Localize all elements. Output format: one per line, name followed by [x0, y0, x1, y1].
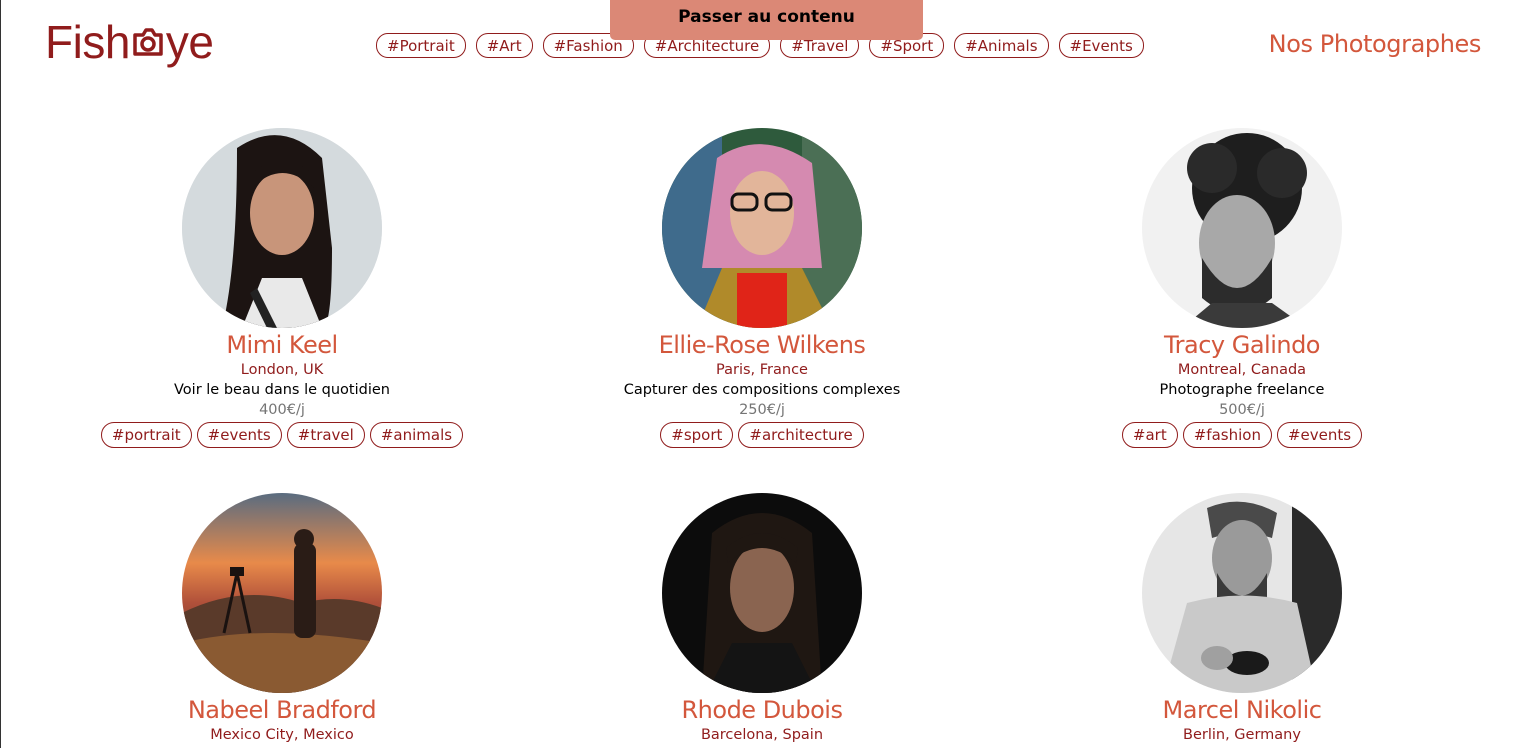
nav-tag-portrait[interactable]: #Portrait: [376, 33, 466, 58]
photographer-tagline: Capturer des compositions complexes: [623, 382, 901, 398]
photographer-tagline: Voir le beau dans le quotidien: [174, 382, 390, 398]
photographer-portrait[interactable]: [662, 493, 862, 693]
photographer-name[interactable]: Nabeel Bradford: [42, 695, 522, 725]
photographer-card: Nabeel Bradford Mexico City, Mexico: [42, 493, 522, 745]
photographer-location: Barcelona, Spain: [700, 727, 824, 743]
photographer-price: 500€/j: [1219, 402, 1265, 418]
photographer-name[interactable]: Marcel Nikolic: [1002, 695, 1482, 725]
photographer-tags: #portrait #events #travel #animals: [42, 422, 522, 448]
card-tag[interactable]: #events: [196, 422, 282, 448]
photographer-location: Mexico City, Mexico: [210, 727, 354, 743]
page-title: Nos Photographes: [1268, 30, 1482, 58]
photographer-name[interactable]: Tracy Galindo: [1002, 330, 1482, 360]
photographer-price: 250€/j: [739, 402, 785, 418]
nav-tag-art[interactable]: #Art: [475, 33, 533, 58]
photographer-portrait[interactable]: [1142, 493, 1342, 693]
skip-to-content-link[interactable]: Passer au contenu: [610, 0, 923, 40]
card-tag[interactable]: #events: [1276, 422, 1363, 448]
logo-text-start: Fish: [45, 16, 130, 68]
photographer-price: 400€/j: [259, 402, 305, 418]
photographer-name[interactable]: Rhode Dubois: [522, 695, 1002, 725]
photographer-location: Berlin, Germany: [1183, 727, 1301, 743]
card-tag[interactable]: #architecture: [738, 422, 864, 448]
photographer-tags: #sport #architecture: [522, 422, 1002, 448]
photographer-tagline: Photographe freelance: [1159, 382, 1325, 398]
card-tag[interactable]: #sport: [660, 422, 734, 448]
photographer-portrait[interactable]: [182, 128, 382, 328]
card-tag[interactable]: #travel: [286, 422, 365, 448]
fisheye-logo[interactable]: Fish ye: [45, 14, 214, 70]
card-tag[interactable]: #art: [1121, 422, 1178, 448]
photographer-location: Paris, France: [716, 362, 808, 378]
photographer-portrait[interactable]: [182, 493, 382, 693]
photographer-location: Montreal, Canada: [1177, 362, 1307, 378]
nav-tag-animals[interactable]: #Animals: [954, 33, 1049, 58]
logo-text-end: ye: [165, 16, 214, 68]
camera-icon: [133, 28, 163, 56]
photographer-name[interactable]: Ellie-Rose Wilkens: [522, 330, 1002, 360]
card-tag[interactable]: #animals: [369, 422, 464, 448]
photographer-tags: #art #fashion #events: [1002, 422, 1482, 448]
photographer-card: Tracy Galindo Montreal, Canada Photograp…: [1002, 128, 1482, 448]
photographer-card: Mimi Keel London, UK Voir le beau dans l…: [42, 128, 522, 448]
photographer-portrait[interactable]: [1142, 128, 1342, 328]
photographer-portrait[interactable]: [662, 128, 862, 328]
photographer-location: London, UK: [240, 362, 324, 378]
photographer-card: Marcel Nikolic Berlin, Germany: [1002, 493, 1482, 745]
photographer-card: Rhode Dubois Barcelona, Spain: [522, 493, 1002, 745]
photographer-name[interactable]: Mimi Keel: [42, 330, 522, 360]
card-tag[interactable]: #fashion: [1182, 422, 1272, 448]
nav-tag-events[interactable]: #Events: [1058, 33, 1144, 58]
photographer-card: Ellie-Rose Wilkens Paris, France Capture…: [522, 128, 1002, 448]
card-tag[interactable]: #portrait: [100, 422, 192, 448]
